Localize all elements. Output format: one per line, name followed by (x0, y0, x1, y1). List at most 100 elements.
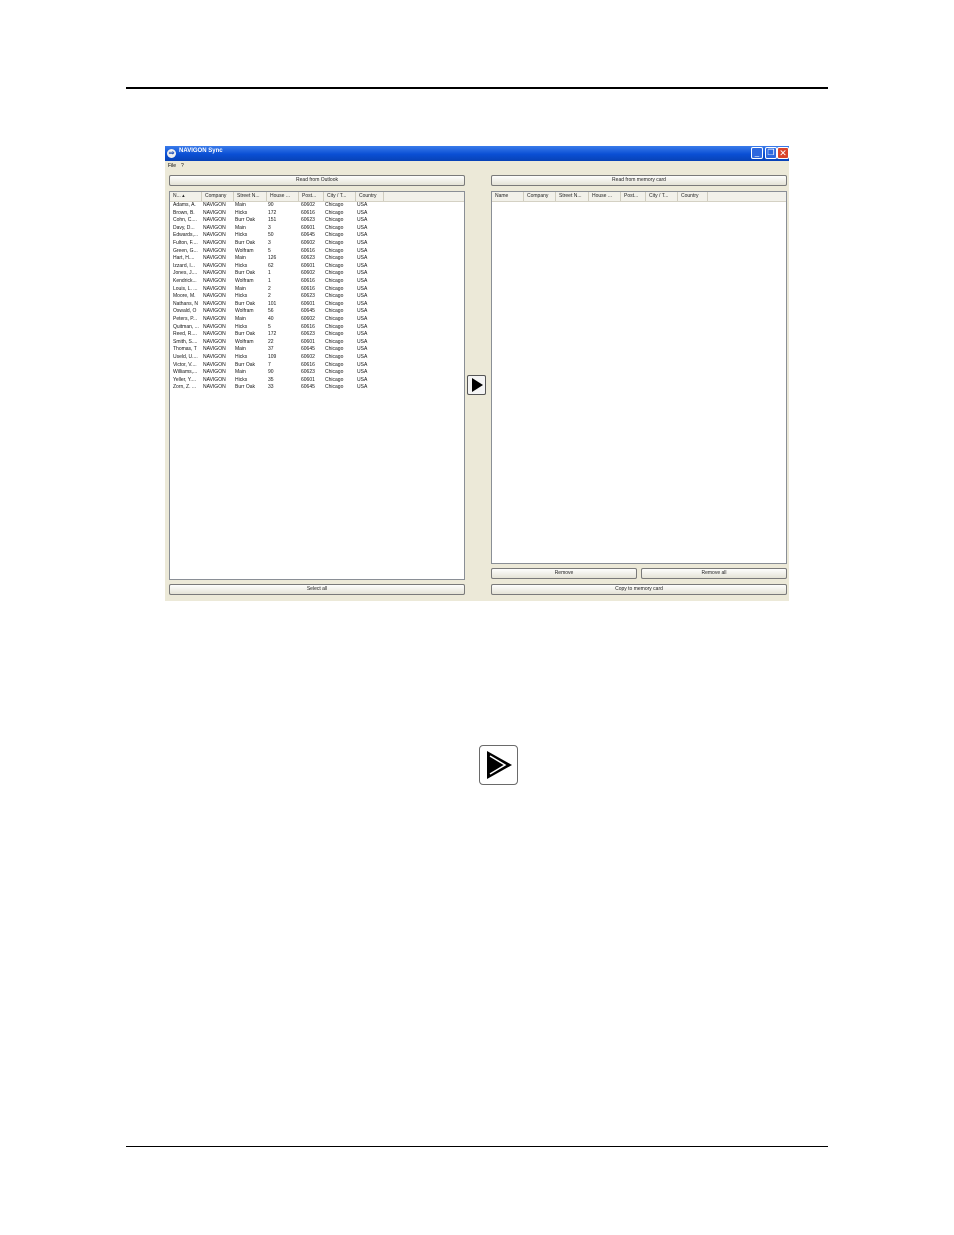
column-header-name[interactable]: Name (492, 192, 524, 201)
table-cell: Brown, B. (173, 209, 195, 216)
play-arrow-icon (479, 745, 518, 785)
outlook-contacts-list[interactable]: N... ▴ Company Street N... House ... Pos… (169, 191, 465, 580)
table-row[interactable]: Smith, S.... NAVIGON Wolfram 22 60601 Chicago… (170, 339, 383, 347)
table-cell: Main (235, 369, 246, 376)
table-cell: Jones, J.... (173, 270, 198, 277)
title-bar: ⇒ NAVIGON Sync _ ❐ ✕ (165, 146, 789, 161)
table-cell: 60601 (301, 376, 315, 383)
table-row[interactable]: Edwards,... NAVIGON Hicks 50 60645 Chicago USA (170, 232, 383, 240)
column-header-company[interactable]: Company (202, 192, 234, 201)
minimize-icon[interactable]: _ (751, 147, 763, 159)
table-cell: Chicago (325, 262, 344, 269)
table-cell: NAVIGON (203, 331, 226, 338)
table-cell: 60602 (301, 270, 315, 277)
column-header-house[interactable]: House ... (589, 192, 621, 201)
column-header-name[interactable]: N... ▴ (170, 192, 202, 201)
column-header-city[interactable]: City / T... (646, 192, 678, 201)
copy-to-memory-card-button[interactable]: Copy to memory card (491, 584, 787, 595)
table-cell: USA (357, 217, 368, 224)
table-row[interactable]: Davy, D... NAVIGON Main 3 60601 Chicago USA (170, 225, 383, 233)
table-cell: USA (357, 232, 368, 239)
table-row[interactable]: Quitman, ... NAVIGON Hicks 5 60616 Chicago USA (170, 324, 383, 332)
remove-button[interactable]: Remove (491, 568, 637, 579)
table-cell: USA (357, 316, 368, 322)
table-cell: 151 (268, 217, 277, 224)
table-cell: NAVIGON (203, 338, 226, 345)
column-header-postal[interactable]: Post... (621, 192, 646, 201)
column-header-street[interactable]: Street N... (234, 192, 267, 201)
table-cell: 5 (268, 323, 271, 330)
table-row[interactable]: Louis, L. ... NAVIGON Main 2 60616 Chicago USA (170, 286, 383, 294)
close-icon[interactable]: ✕ (777, 147, 789, 159)
column-header-country[interactable]: Country (678, 192, 708, 201)
table-cell: 40 (268, 316, 274, 322)
table-row[interactable]: Useld, U.... NAVIGON Hicks 109 60602 Chicago U… (170, 354, 383, 362)
menu-help[interactable]: ? (181, 163, 184, 169)
table-cell: Adams, A. (173, 202, 196, 208)
table-cell: 3 (268, 240, 271, 246)
table-row[interactable]: Nathans, N NAVIGON Burr Oak 101 60601 Chicago… (170, 301, 383, 309)
column-header-city[interactable]: City / T... (324, 192, 356, 201)
column-header-company[interactable]: Company (524, 192, 556, 201)
select-all-button[interactable]: Select all (169, 584, 465, 595)
transfer-button[interactable] (467, 375, 486, 395)
restore-icon[interactable]: ❐ (765, 147, 777, 159)
table-cell: 60645 (301, 232, 315, 239)
column-header-postal[interactable]: Post... (299, 192, 324, 201)
table-row[interactable]: Yeller, Y.... NAVIGON Hicks 35 60601 Chicago U… (170, 377, 383, 385)
table-cell: 126 (268, 255, 277, 262)
table-cell: Burr Oak (235, 331, 256, 338)
footer-rule (126, 1146, 828, 1147)
memory-card-contacts-list[interactable]: Name Company Street N... House ... Post.… (491, 191, 787, 564)
table-cell: Zorn, Z. ... (173, 384, 197, 391)
table-row[interactable]: Thomas, T NAVIGON Main 37 60645 Chicago USA (170, 346, 383, 354)
table-cell: Chicago (325, 255, 344, 262)
table-cell: Williams,... (173, 369, 198, 376)
table-row[interactable]: Moore, M. NAVIGON Hicks 2 60623 Chicago USA (170, 293, 383, 301)
table-cell: 33 (268, 384, 274, 391)
table-row[interactable]: Fulton, F.... NAVIGON Burr Oak 3 60602 Chicag… (170, 240, 383, 248)
table-cell: Chicago (325, 316, 344, 322)
column-header-street[interactable]: Street N... (556, 192, 589, 201)
table-row[interactable]: Peters, P... NAVIGON Main 40 60602 Chicago USA (170, 316, 383, 324)
table-cell: Chicago (325, 270, 344, 277)
table-cell: Quitman, ... (173, 323, 199, 330)
table-cell: 60616 (301, 278, 315, 284)
outlook-list-header: N... ▴ Company Street N... House ... Pos… (170, 192, 464, 202)
table-row[interactable]: Reed, R.... NAVIGON Burr Oak 172 60623 Chicag… (170, 331, 383, 339)
table-row[interactable]: Hart, H.... NAVIGON Main 126 60623 Chicago USA (170, 255, 383, 263)
table-cell: Chicago (325, 354, 344, 360)
table-cell: USA (357, 331, 368, 338)
table-cell: 90 (268, 369, 274, 376)
table-cell: Wolfram (235, 338, 254, 345)
remove-all-button[interactable]: Remove all (641, 568, 787, 579)
table-row[interactable]: Oswald, O NAVIGON Wolfram 56 60645 Chicago USA (170, 308, 383, 316)
table-cell: USA (357, 308, 368, 315)
table-row[interactable]: Williams,... NAVIGON Main 90 60623 Chicago USA (170, 369, 383, 377)
table-row[interactable]: Victor, V.... NAVIGON Burr Oak 7 60616 Chicag… (170, 362, 383, 370)
table-row[interactable]: Green, G... NAVIGON Wolfram 5 60616 Chicago US… (170, 248, 383, 256)
table-cell: 60616 (301, 247, 315, 254)
table-row[interactable]: Zorn, Z. ... NAVIGON Burr Oak 33 60645 Chicag… (170, 384, 383, 392)
table-cell: Main (235, 316, 246, 322)
table-row[interactable]: Kendrick... NAVIGON Wolfram 1 60616 Chicago US… (170, 278, 383, 286)
read-from-memory-card-button[interactable]: Read from memory card (491, 175, 787, 186)
table-cell: Reed, R.... (173, 331, 197, 338)
table-cell: NAVIGON (203, 376, 226, 383)
table-row[interactable]: Izzard, I... NAVIGON Hicks 62 60601 Chicago US… (170, 263, 383, 271)
play-arrow-icon (472, 378, 483, 392)
app-window: ⇒ NAVIGON Sync _ ❐ ✕ File ? Read from Ou… (165, 146, 789, 601)
table-row[interactable]: Brown, B. NAVIGON Hicks 172 60616 Chicago USA (170, 210, 383, 218)
read-from-outlook-button[interactable]: Read from Outlook (169, 175, 465, 186)
column-header-house[interactable]: House ... (267, 192, 299, 201)
column-header-country[interactable]: Country (356, 192, 384, 201)
table-cell: Chicago (325, 300, 344, 307)
table-row[interactable]: Adams, A. NAVIGON Main 90 60602 Chicago USA (170, 202, 383, 210)
table-cell: Main (235, 202, 246, 208)
table-cell: Hart, H.... (173, 255, 195, 262)
table-row[interactable]: Jones, J.... NAVIGON Burr Oak 1 60602 Chicago… (170, 270, 383, 278)
table-row[interactable]: Cohn, C.... NAVIGON Burr Oak 151 60623 Chicag… (170, 217, 383, 225)
table-cell: Main (235, 285, 246, 292)
table-cell: Chicago (325, 224, 344, 231)
menu-file[interactable]: File (168, 163, 176, 169)
